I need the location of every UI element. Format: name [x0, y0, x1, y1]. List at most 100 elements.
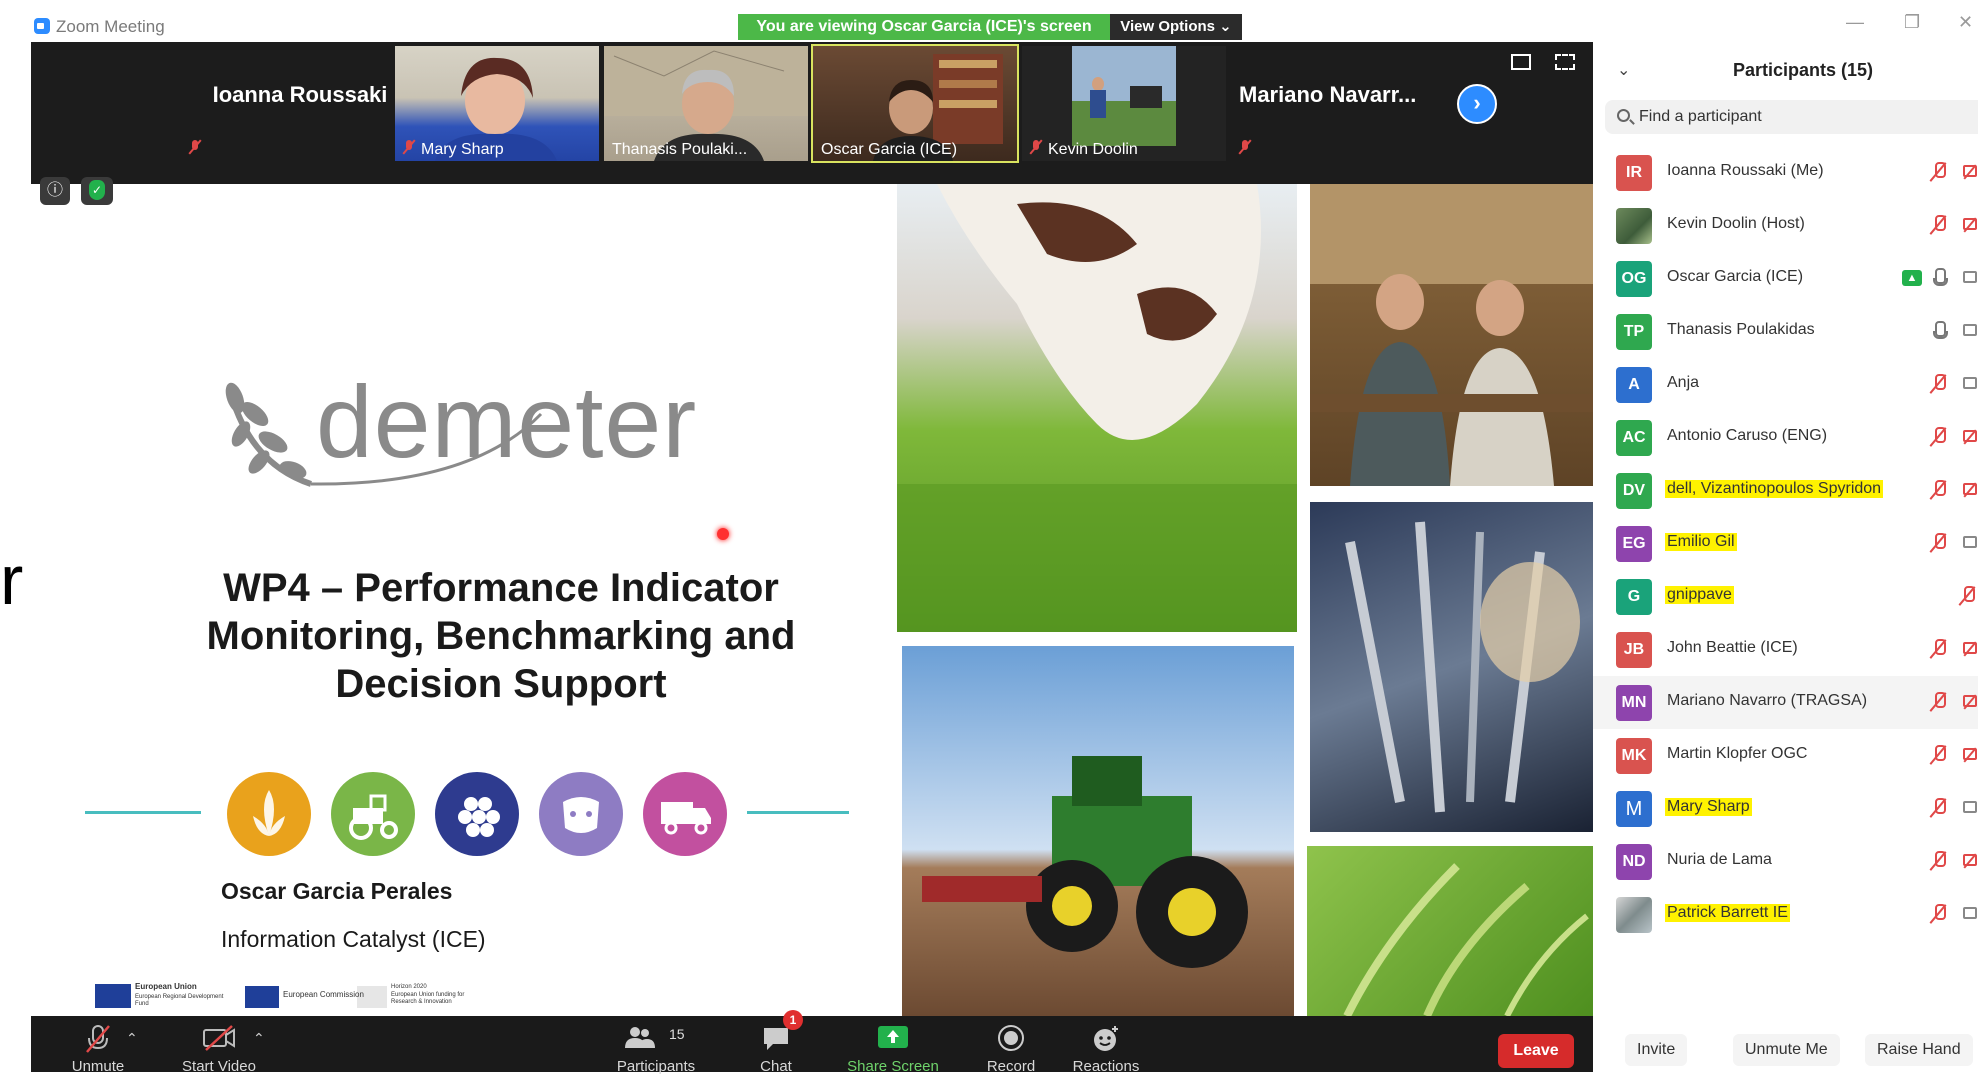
share-screen-icon [878, 1026, 908, 1048]
participant-row[interactable]: MK Martin Klopfer OGC [1593, 729, 1978, 782]
video-tile-mary[interactable]: Mary Sharp [395, 46, 599, 161]
restore-icon[interactable]: ❐ [1904, 12, 1920, 33]
mic-muted-icon[interactable] [1961, 586, 1975, 606]
encryption-shield-icon[interactable] [81, 177, 113, 205]
screen-sharing-icon: ▲ [1902, 270, 1922, 286]
mic-muted-icon[interactable] [1932, 904, 1946, 924]
view-options-button[interactable]: View Options ⌄ [1110, 14, 1242, 40]
participant-row[interactable]: IR Ioanna Roussaki (Me) [1593, 146, 1978, 199]
participant-name: Patrick Barrett IE [1665, 904, 1790, 922]
panel-header: ⌄ Participants (15) [1593, 40, 1978, 102]
presenter-name: Oscar Garcia Perales [221, 878, 453, 904]
truck-icon [643, 772, 727, 856]
side-text-fragment: r [0, 541, 24, 619]
presenter-organization: Information Catalyst (ICE) [221, 926, 486, 952]
mic-icon[interactable] [1932, 268, 1948, 288]
unmute-me-button[interactable]: Unmute Me [1733, 1034, 1840, 1066]
video-tile-thanasis[interactable]: Thanasis Poulaki... [604, 46, 808, 161]
participant-name: Antonio Caruso (ENG) [1667, 427, 1828, 444]
participant-row[interactable]: M Mary Sharp [1593, 782, 1978, 835]
tile-label: Thanasis Poulaki... [612, 141, 748, 158]
photo-milking-machine [1310, 502, 1593, 832]
participant-row[interactable]: Patrick Barrett IE [1593, 888, 1978, 941]
eu-logo-text: European Regional Development Fund [135, 994, 224, 1007]
next-page-chevron-icon[interactable]: › [1457, 84, 1497, 124]
slide-title: WP4 – Performance Indicator Monitoring, … [206, 566, 796, 706]
meeting-toolbar: Unmute ⌃ Start Video ⌃ 15 Participants 1… [31, 1010, 1593, 1075]
participant-row[interactable]: EG Emilio Gil [1593, 517, 1978, 570]
chat-button[interactable]: 1 Chat [741, 1010, 811, 1075]
close-icon[interactable]: ✕ [1958, 12, 1973, 33]
video-off-icon [1963, 430, 1977, 442]
tile-label: Kevin Doolin [1030, 140, 1138, 159]
participant-row[interactable]: DV dell, Vizantinopoulos Spyridon [1593, 464, 1978, 517]
minimize-icon[interactable]: — [1846, 12, 1864, 33]
participant-row[interactable]: A Anja [1593, 358, 1978, 411]
mic-muted-icon[interactable] [1932, 374, 1946, 394]
participant-row[interactable]: Kevin Doolin (Host) [1593, 199, 1978, 252]
eu-logo-text: European Union funding for Research & In… [391, 992, 465, 1005]
avatar: ND [1616, 844, 1652, 880]
participant-row[interactable]: G gnippave [1593, 570, 1978, 623]
video-off-icon [1963, 695, 1977, 707]
mic-muted-icon[interactable] [1932, 798, 1946, 818]
mic-muted-icon[interactable] [1932, 692, 1946, 712]
mic-muted-icon[interactable] [1932, 162, 1946, 182]
video-tile-mariano[interactable]: Mariano Navarr... [1231, 46, 1469, 161]
tile-mute [189, 140, 207, 159]
invite-button[interactable]: Invite [1625, 1034, 1688, 1066]
mic-icon[interactable] [1932, 321, 1948, 341]
mic-muted-icon[interactable] [1932, 480, 1946, 500]
video-options-chevron-up-icon[interactable]: ⌃ [253, 1030, 265, 1047]
eu-logo-text: European Union [135, 982, 197, 991]
collapse-chevron-down-icon[interactable]: ⌄ [1617, 60, 1630, 80]
video-off-icon [1963, 642, 1977, 654]
participant-name: dell, Vizantinopoulos Spyridon [1665, 480, 1884, 498]
avatar: AC [1616, 420, 1652, 456]
video-tile-ioanna[interactable]: Ioanna Roussaki [181, 46, 419, 161]
record-button[interactable]: Record [971, 1016, 1051, 1075]
grapes-icon [435, 772, 519, 856]
video-tile-oscar[interactable]: Oscar Garcia (ICE) [811, 44, 1019, 163]
participant-row[interactable]: OG Oscar Garcia (ICE) ▲ [1593, 252, 1978, 305]
participant-row[interactable]: ND Nuria de Lama [1593, 835, 1978, 888]
video-tile-kevin[interactable]: Kevin Doolin [1022, 46, 1226, 161]
mic-muted-icon [86, 1025, 110, 1053]
tile-name: Mariano Navarr... [1239, 82, 1417, 107]
participant-row[interactable]: TP Thanasis Poulakidas [1593, 305, 1978, 358]
participant-name: Martin Klopfer OGC [1667, 745, 1808, 762]
photo-tractor [902, 646, 1294, 1016]
participant-row[interactable]: MN Mariano Navarro (TRAGSA) [1593, 676, 1978, 729]
participant-row[interactable]: JB John Beattie (ICE) [1593, 623, 1978, 676]
mic-muted-icon[interactable] [1932, 427, 1946, 447]
shared-screen: demeter WP4 – Performance Indicator Moni… [31, 184, 1593, 1016]
participant-row[interactable]: AC Antonio Caruso (ENG) [1593, 411, 1978, 464]
video-strip: Ioanna Roussaki Mary Sharp Thanasis Poul… [31, 42, 1593, 184]
mic-muted-icon[interactable] [1932, 745, 1946, 765]
participants-count: 15 [669, 1026, 685, 1042]
participant-name: Anja [1667, 374, 1700, 391]
raise-hand-button[interactable]: Raise Hand [1865, 1034, 1973, 1066]
audio-options-chevron-up-icon[interactable]: ⌃ [126, 1030, 138, 1047]
meeting-info-icon[interactable]: ⓘ [40, 177, 70, 205]
avatar: A [1616, 367, 1652, 403]
mic-muted-icon[interactable] [1932, 639, 1946, 659]
leave-button[interactable]: Leave [1498, 1034, 1574, 1068]
mic-muted-icon [1030, 140, 1042, 156]
mic-muted-icon[interactable] [1932, 215, 1946, 235]
gallery-layout-icon[interactable] [1511, 54, 1531, 70]
participant-name: Mary Sharp [1665, 798, 1752, 816]
search-icon [1617, 109, 1630, 122]
mic-muted-icon[interactable] [1932, 533, 1946, 553]
photo-wheat [1307, 846, 1593, 1016]
participant-search-input[interactable]: Find a participant [1605, 100, 1978, 134]
reactions-button[interactable]: Reactions [1061, 1016, 1151, 1075]
mic-muted-icon[interactable] [1932, 851, 1946, 871]
video-icon [1963, 907, 1977, 919]
fullscreen-icon[interactable] [1555, 54, 1575, 70]
share-screen-button[interactable]: Share Screen [833, 1016, 953, 1075]
video-off-icon [203, 1025, 235, 1051]
participants-button[interactable]: 15 Participants [601, 1016, 711, 1075]
eu-funding-logos: European Union European Regional Develop… [95, 978, 475, 1014]
panel-footer: Invite Unmute Me Raise Hand [1593, 1030, 1978, 1072]
